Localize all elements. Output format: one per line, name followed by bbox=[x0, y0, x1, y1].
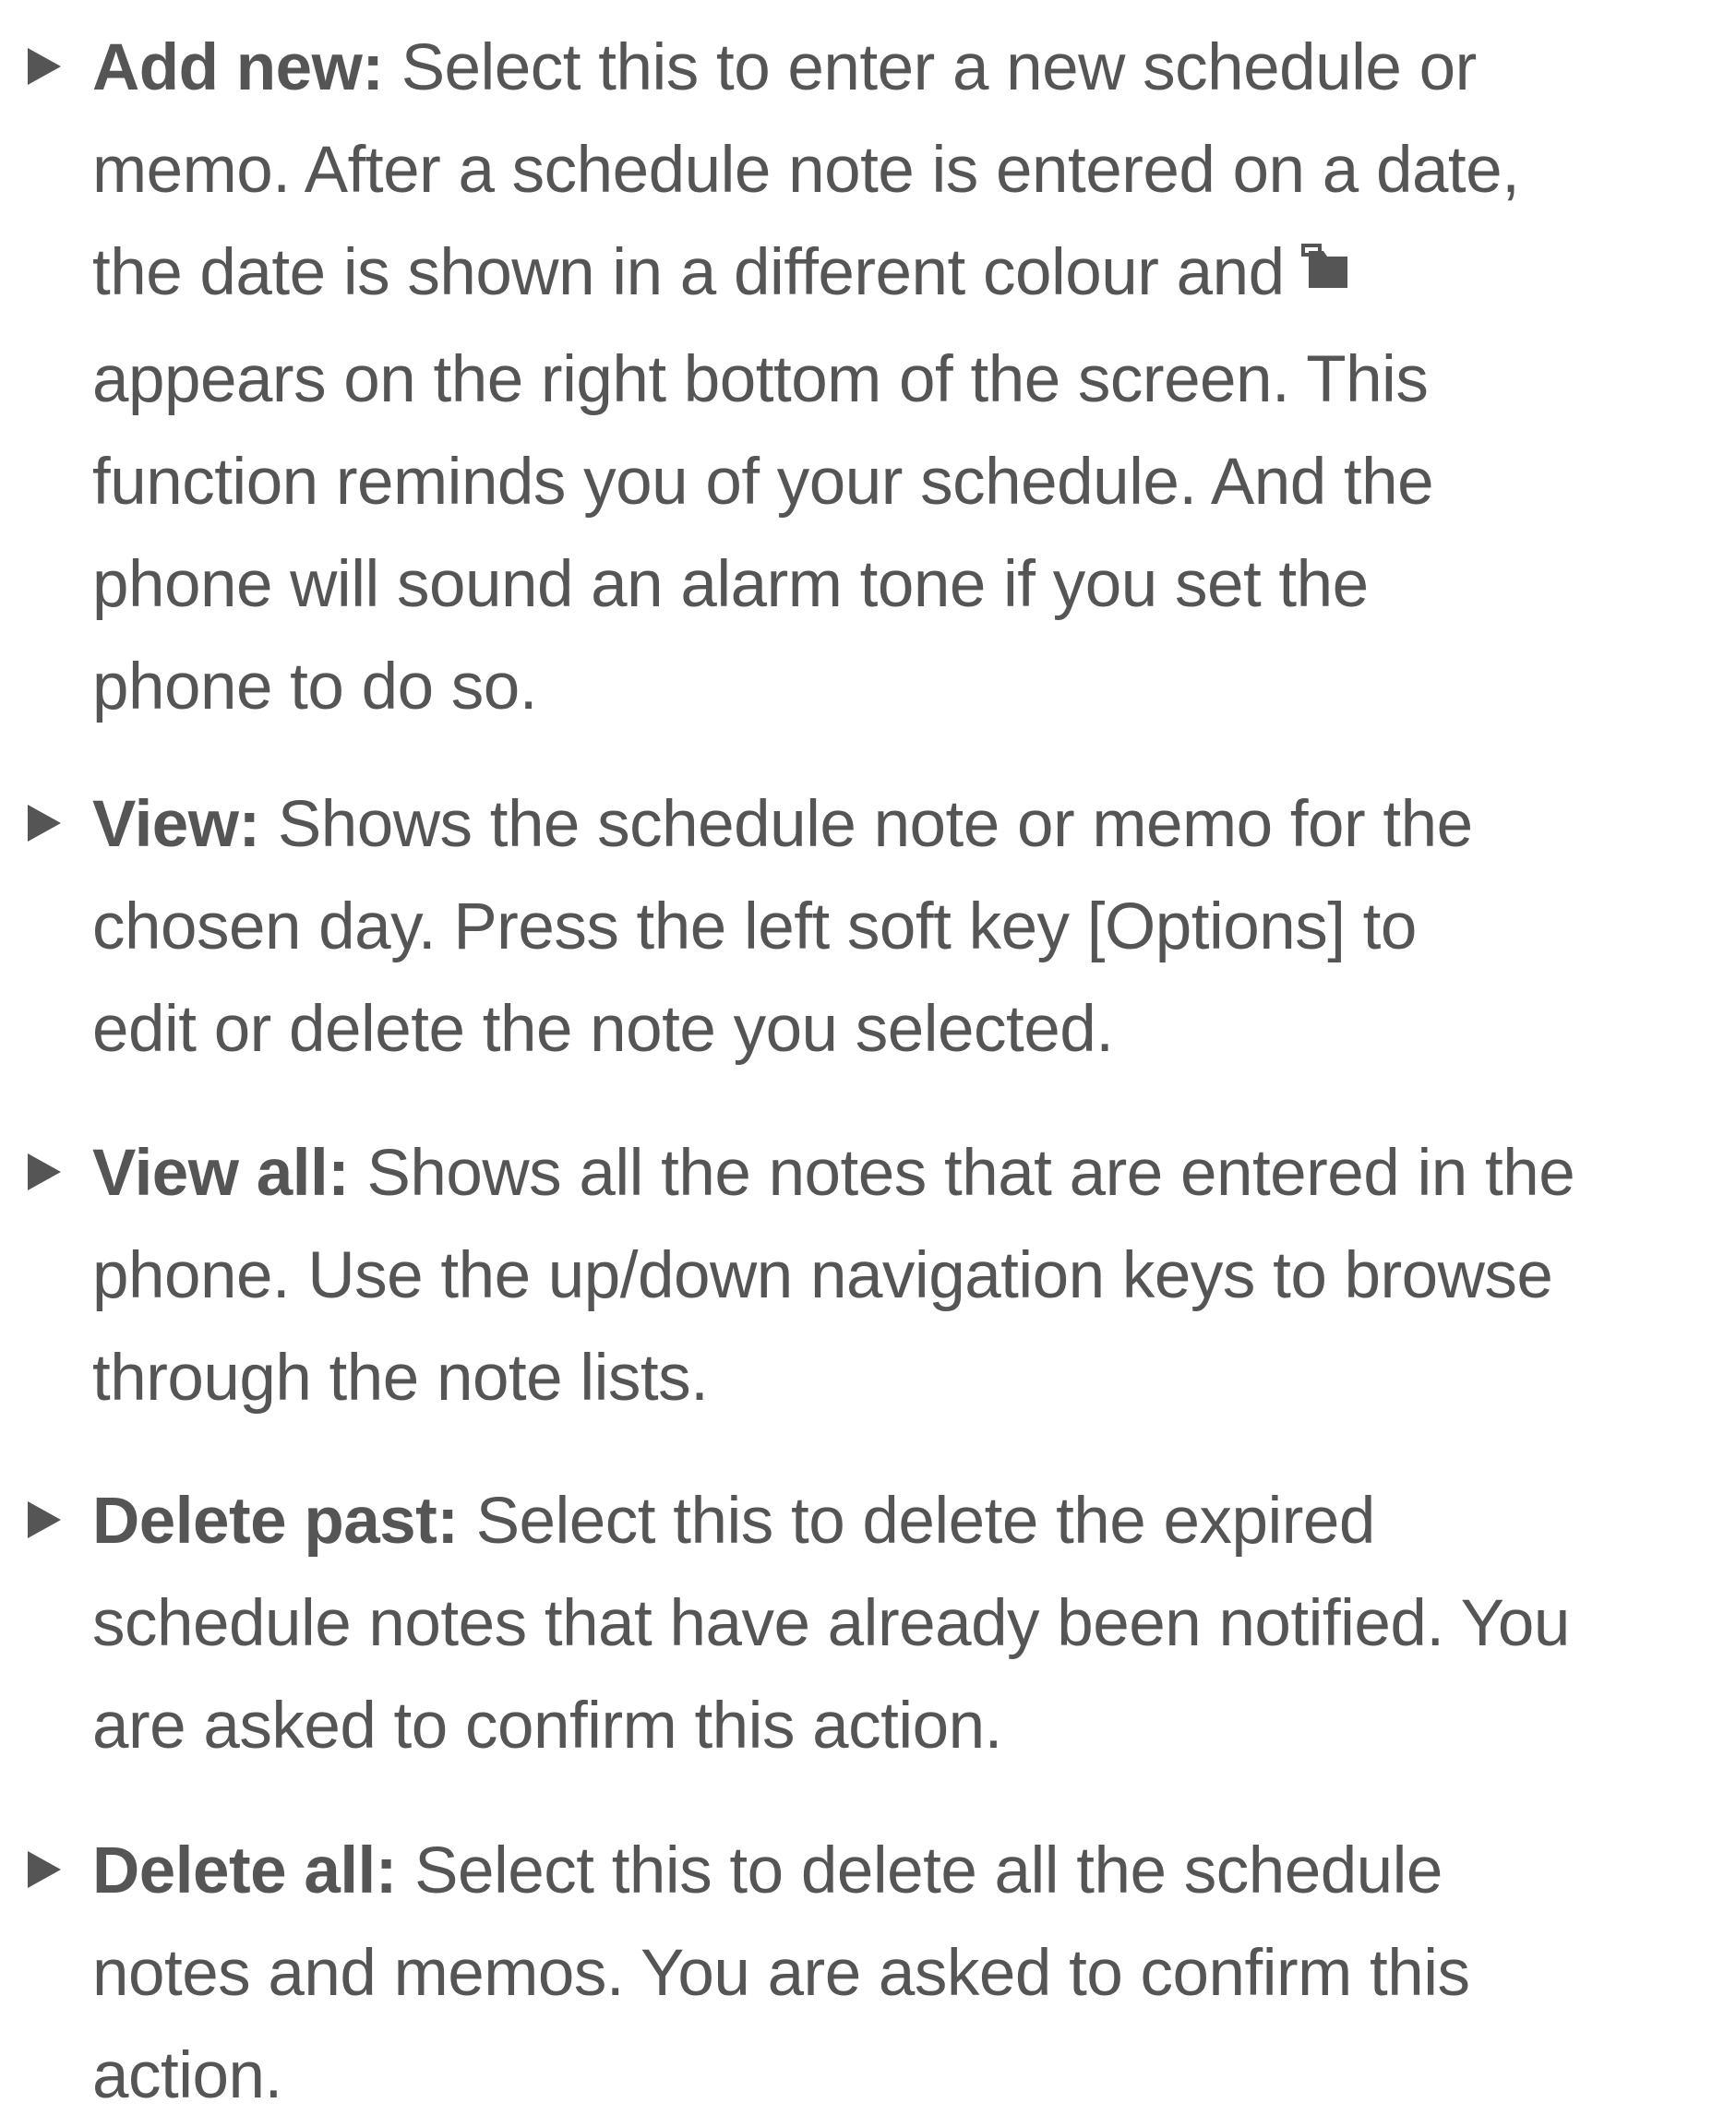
manual-page: Add new: Select this to enter a new sche… bbox=[0, 0, 1736, 2112]
triangle-bullet-icon bbox=[28, 805, 61, 842]
item-line: View all: Shows all the notes that are e… bbox=[92, 1122, 1718, 1225]
triangle-bullet-icon bbox=[28, 48, 61, 85]
item-line: phone will sound an alarm tone if you se… bbox=[92, 547, 1369, 621]
list-item-view: View: Shows the schedule note or memo fo… bbox=[28, 773, 1718, 1081]
item-term: Delete all: bbox=[92, 1834, 397, 1907]
item-description: Select this to delete all the schedule bbox=[396, 1834, 1443, 1907]
item-line: schedule notes that have already been no… bbox=[92, 1587, 1570, 1660]
item-line: Add new: Select this to enter a new sche… bbox=[92, 17, 1718, 119]
list-item-delete-past: Delete past: Select this to delete the e… bbox=[28, 1470, 1718, 1777]
item-line: edit or delete the note you selected. bbox=[92, 993, 1114, 1066]
item-description: Select this to enter a new schedule or bbox=[383, 31, 1478, 104]
item-line: through the note lists. bbox=[92, 1342, 709, 1415]
triangle-bullet-icon bbox=[28, 1501, 61, 1538]
item-line: notes and memos. You are asked to confir… bbox=[92, 1937, 1470, 2010]
item-line: phone to do so. bbox=[92, 650, 538, 723]
item-term: Delete past: bbox=[92, 1485, 459, 1558]
item-text: Add new: Select this to enter a new sche… bbox=[92, 17, 1718, 738]
item-line: memo. After a schedule note is entered o… bbox=[92, 134, 1520, 207]
item-term: View: bbox=[92, 788, 260, 861]
item-line: action. bbox=[92, 2039, 282, 2112]
item-text: Delete past: Select this to delete the e… bbox=[92, 1470, 1718, 1777]
item-description: Shows all the notes that are entered in … bbox=[349, 1137, 1575, 1210]
item-line: appears on the right bottom of the scree… bbox=[92, 342, 1429, 416]
item-description: Shows the schedule note or memo for the bbox=[259, 788, 1473, 861]
item-line: Delete past: Select this to delete the e… bbox=[92, 1470, 1718, 1572]
item-text: View all: Shows all the notes that are e… bbox=[92, 1122, 1718, 1429]
item-description: the date is shown in a different colour … bbox=[92, 236, 1285, 309]
list-item-view-all: View all: Shows all the notes that are e… bbox=[28, 1122, 1718, 1429]
item-line: are asked to confirm this action. bbox=[92, 1690, 1002, 1763]
list-item-add-new: Add new: Select this to enter a new sche… bbox=[28, 17, 1718, 738]
list-item-delete-all: Delete all: Select this to delete all th… bbox=[28, 1820, 1718, 2127]
item-description: Select this to delete the expired bbox=[458, 1485, 1376, 1558]
item-line: the date is shown in a different colour … bbox=[92, 221, 1718, 329]
item-text: View: Shows the schedule note or memo fo… bbox=[92, 773, 1718, 1081]
item-line: chosen day. Press the left soft key [Opt… bbox=[92, 890, 1417, 963]
item-text: Delete all: Select this to delete all th… bbox=[92, 1820, 1718, 2127]
item-line: View: Shows the schedule note or memo fo… bbox=[92, 773, 1718, 876]
item-line: function reminds you of your schedule. A… bbox=[92, 445, 1434, 519]
item-term: View all: bbox=[92, 1137, 350, 1210]
item-line: Delete all: Select this to delete all th… bbox=[92, 1820, 1718, 1922]
item-term: Add new: bbox=[92, 31, 384, 104]
triangle-bullet-icon bbox=[28, 1851, 61, 1888]
item-line: phone. Use the up/down navigation keys t… bbox=[92, 1239, 1553, 1312]
schedule-note-icon bbox=[1296, 222, 1360, 325]
triangle-bullet-icon bbox=[28, 1153, 61, 1190]
